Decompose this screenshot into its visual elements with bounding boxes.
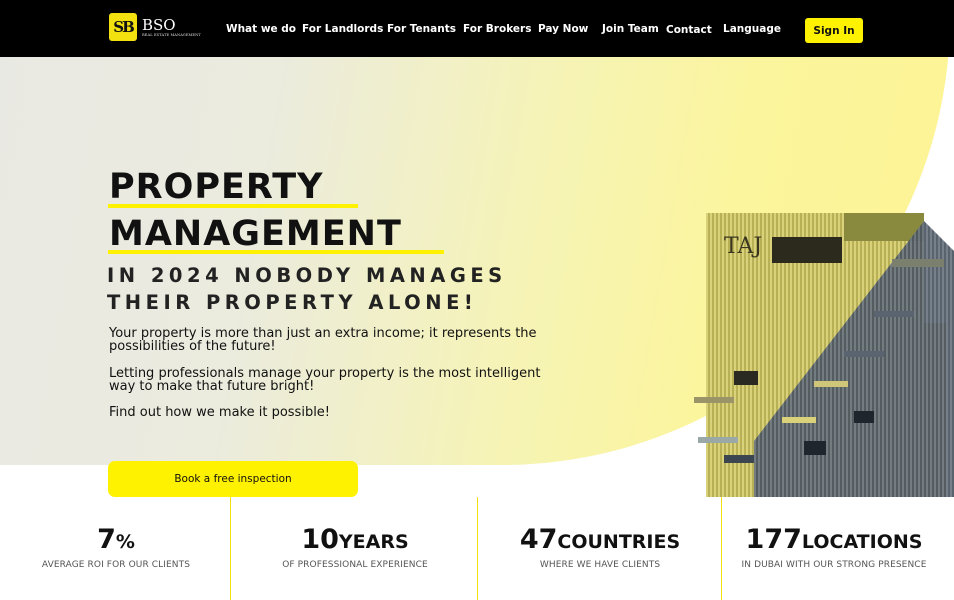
stat-locations-label: IN DUBAI WITH OUR STRONG PRESENCE bbox=[741, 560, 927, 570]
stat-locations-unit: LOCATIONS bbox=[801, 531, 923, 553]
stat-years-label: OF PROFESSIONAL EXPERIENCE bbox=[282, 560, 428, 570]
building-image: TAJ bbox=[694, 213, 954, 497]
stat-countries-unit: COUNTRIES bbox=[557, 531, 681, 553]
brand-tagline: REAL ESTATE MANAGEMENT bbox=[142, 32, 201, 37]
brand-logo[interactable]: SB BSO REAL ESTATE MANAGEMENT bbox=[109, 13, 201, 41]
stat-years-unit: YEARS bbox=[338, 531, 409, 553]
top-navigation-bar: SB BSO REAL ESTATE MANAGEMENT What we do… bbox=[0, 0, 954, 57]
hero-section: TAJ PROPERTY MANAGEMENT IN 2024 NOBODY M… bbox=[0, 57, 954, 497]
nav-for-brokers[interactable]: For Brokers bbox=[463, 23, 531, 35]
stat-years-number: 10YEARS bbox=[232, 524, 478, 558]
title-underline-2 bbox=[108, 250, 444, 254]
stat-countries-number: 47COUNTRIES bbox=[478, 524, 722, 558]
stat-years-value: 10 bbox=[301, 524, 339, 555]
hero-paragraph-3: Find out how we make it possible! bbox=[109, 405, 331, 420]
nav-join-team[interactable]: Join Team bbox=[602, 23, 659, 35]
stat-roi-value: 7 bbox=[97, 524, 116, 555]
hero-paragraph-2: Letting professionals manage your proper… bbox=[109, 366, 541, 394]
nav-what-we-do[interactable]: What we do bbox=[226, 23, 296, 35]
brand-name: BSO bbox=[142, 15, 176, 34]
stat-countries: 47COUNTRIES WHERE WE HAVE CLIENTS bbox=[478, 497, 722, 600]
nav-for-tenants[interactable]: For Tenants bbox=[387, 23, 456, 35]
nav-contact[interactable]: Contact bbox=[666, 24, 712, 36]
stat-divider bbox=[230, 497, 231, 600]
nav-pay-now[interactable]: Pay Now bbox=[538, 23, 588, 35]
hero-paragraph-1: Your property is more than just an extra… bbox=[109, 326, 537, 354]
nav-language[interactable]: Language bbox=[723, 23, 781, 35]
svg-text:TAJ: TAJ bbox=[724, 234, 762, 259]
stat-locations-number: 177LOCATIONS bbox=[722, 524, 946, 558]
stat-roi-unit: % bbox=[115, 531, 135, 553]
hero-subtitle-line2: THEIR PROPERTY ALONE! bbox=[107, 291, 478, 314]
stat-roi: 7% AVERAGE ROI FOR OUR CLIENTS bbox=[0, 497, 232, 600]
stat-roi-number: 7% bbox=[0, 524, 232, 558]
stat-roi-label: AVERAGE ROI FOR OUR CLIENTS bbox=[41, 560, 191, 570]
logo-text: BSO REAL ESTATE MANAGEMENT bbox=[142, 17, 201, 38]
hero-title-line1: PROPERTY bbox=[109, 167, 324, 207]
bso-logo-icon: SB bbox=[109, 13, 137, 41]
stats-section: 7% AVERAGE ROI FOR OUR CLIENTS 10YEARS O… bbox=[0, 497, 954, 600]
sign-in-button[interactable]: Sign In bbox=[805, 18, 863, 43]
stat-countries-label: WHERE WE HAVE CLIENTS bbox=[539, 560, 661, 570]
nav-for-landlords[interactable]: For Landlords bbox=[302, 23, 383, 35]
book-inspection-button[interactable]: Book a free inspection bbox=[108, 461, 358, 497]
logo-mark-text: SB bbox=[113, 18, 134, 36]
hero-title-line2: MANAGEMENT bbox=[109, 214, 402, 254]
stat-locations-value: 177 bbox=[745, 524, 802, 555]
stat-locations: 177LOCATIONS IN DUBAI WITH OUR STRONG PR… bbox=[722, 497, 946, 600]
stat-countries-value: 47 bbox=[519, 524, 558, 555]
stat-years: 10YEARS OF PROFESSIONAL EXPERIENCE bbox=[232, 497, 478, 600]
title-underline-1 bbox=[108, 204, 358, 208]
hero-subtitle-line1: IN 2024 NOBODY MANAGES bbox=[107, 264, 507, 287]
